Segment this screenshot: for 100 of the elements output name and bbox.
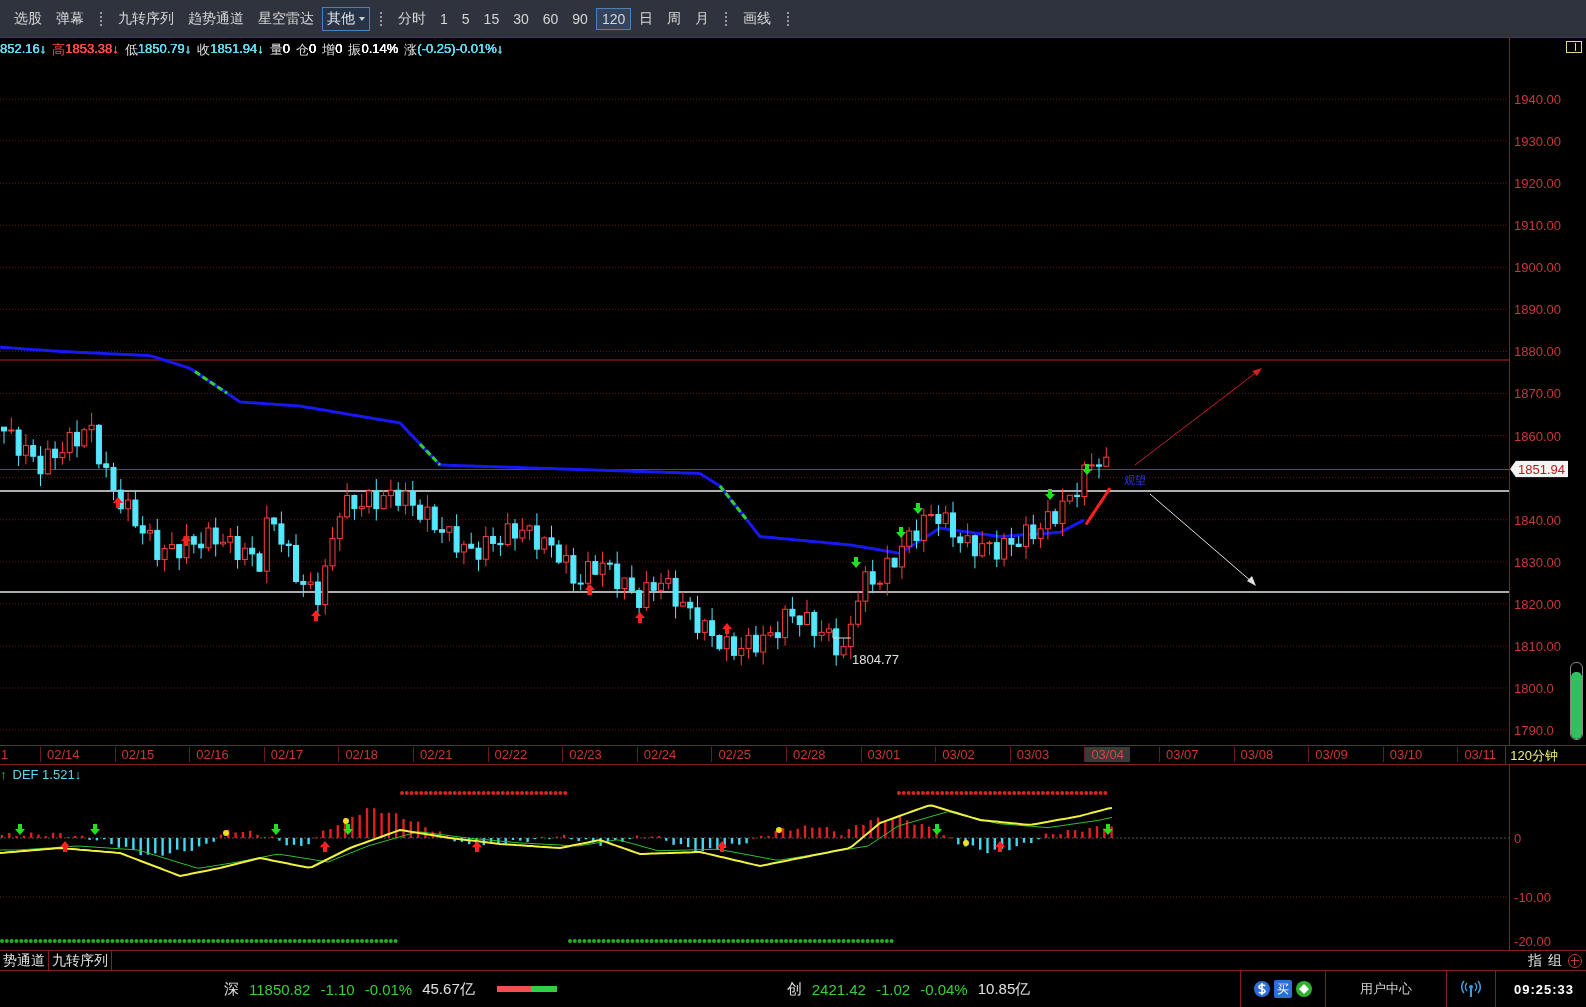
down-arrow-icon	[896, 527, 906, 538]
date-label: 03/03	[1009, 747, 1056, 762]
toolbar-button[interactable]: 30	[507, 7, 535, 30]
toolbar-button[interactable]: 15	[477, 7, 506, 30]
quote-value: 1853.38↓	[65, 41, 119, 58]
date-label: 03/01	[860, 747, 907, 762]
date-label: 02/14	[40, 747, 86, 762]
panel-button[interactable]: 指	[1528, 951, 1542, 970]
toolbar-button[interactable]: 选股	[8, 6, 48, 31]
zoom-meter[interactable]	[1570, 662, 1583, 740]
date-label: 02/16	[189, 747, 235, 762]
quote-value: 0.14%	[361, 41, 399, 58]
dot-marker	[343, 818, 349, 824]
toolbar-button[interactable]: 1	[434, 7, 454, 30]
leader-line	[832, 629, 852, 639]
price-axis-label: 1920.00	[1514, 175, 1562, 191]
dollar-icon[interactable]	[1252, 980, 1271, 998]
indicator-tab[interactable]: 九转序列	[49, 951, 112, 970]
dot-marker	[963, 840, 969, 846]
toolbar-button[interactable]: 5	[455, 7, 476, 30]
date-label: 02/28	[786, 747, 832, 762]
period-label: 120分钟	[1505, 746, 1586, 764]
price-axis-label: 1820.00	[1514, 596, 1562, 612]
date-label: 03/08	[1233, 747, 1280, 762]
quote-value: 1850.79↓	[137, 41, 192, 58]
date-label: 03/09	[1308, 747, 1354, 762]
down-arrow-icon	[913, 503, 923, 514]
down-arrow-icon	[90, 824, 100, 835]
down-arrow-icon	[1045, 489, 1055, 500]
price-axis-label: 1790.0	[1514, 722, 1554, 738]
price-axis-label: 1930.00	[1514, 133, 1562, 149]
dot-marker	[776, 827, 782, 833]
date-label: 02/18	[338, 747, 384, 762]
up-arrow-icon	[585, 584, 595, 595]
index-value: 2421.42	[811, 980, 866, 998]
dropdown[interactable]: 其他	[322, 6, 370, 31]
index-name: 创	[786, 979, 802, 999]
price-axis-label: 1940.00	[1514, 91, 1562, 107]
quote-label: 量	[269, 41, 283, 59]
price-axis-label: 1800.0	[1514, 680, 1554, 696]
quote-value: 0	[335, 41, 343, 58]
indicator-tab[interactable]: 势通道	[0, 951, 49, 970]
date-label: 02/15	[114, 747, 161, 762]
down-arrow-icon	[343, 824, 353, 835]
toolbar-button[interactable]: 周	[661, 6, 688, 31]
toolbar-button[interactable]: 60	[536, 7, 565, 30]
price-axis-label: 1870.00	[1514, 386, 1562, 401]
quote-label: 涨	[404, 41, 418, 59]
toolbar-button[interactable]: 日	[633, 6, 660, 31]
toolbar-button[interactable]: 星空雷达	[252, 6, 320, 31]
down-arrow-icon	[1082, 464, 1092, 475]
up-arrow-icon	[311, 610, 321, 621]
indicator-axis-label: -10.00	[1514, 889, 1551, 905]
date-label: 02/17	[263, 747, 310, 762]
indicator-title: DEF 1.521↓	[12, 767, 82, 782]
down-arrow-icon	[271, 824, 281, 835]
up-arrow-icon	[181, 535, 191, 546]
index-value: 11850.82	[249, 980, 311, 998]
signal-label: 观望	[1124, 474, 1146, 486]
clock-time: 09:25:33	[1512, 981, 1575, 997]
toolbar-button[interactable]: 分时	[392, 6, 432, 31]
quote-value: 0	[282, 41, 290, 58]
panel-button[interactable]: 组	[1548, 951, 1562, 970]
quote-label: 高	[52, 41, 66, 59]
toolbar-button[interactable]: 月	[689, 6, 716, 31]
up-arrow-icon	[635, 612, 645, 623]
up-arrow-icon	[722, 623, 732, 634]
up-arrow-icon: ↑	[0, 767, 7, 782]
price-axis-label: 1900.00	[1514, 259, 1562, 275]
dot-marker	[223, 830, 229, 836]
index-percent: -0.04%	[920, 980, 968, 998]
toolbar-button[interactable]: 弹幕	[50, 6, 90, 31]
date-label: 03/11	[1457, 747, 1502, 762]
price-axis-label: 1880.00	[1514, 343, 1562, 359]
down-arrow-icon	[851, 557, 861, 568]
index-change: -1.02	[875, 980, 911, 998]
date-label: 02/22	[487, 747, 534, 762]
quote-label: 振	[348, 41, 362, 59]
toolbar-button[interactable]: 九转序列	[112, 6, 180, 31]
indicator-axis-label: -20.00	[1514, 933, 1551, 949]
date-label: 02/24	[636, 747, 683, 762]
user-center-link[interactable]: 用户中心	[1325, 980, 1446, 998]
toolbar-button[interactable]: 趋势通道	[182, 6, 250, 31]
caret-icon	[359, 16, 365, 21]
index-volume: 45.67亿	[422, 979, 475, 999]
up-arrow-icon	[60, 841, 70, 852]
toolbar-button[interactable]: 90	[566, 7, 594, 30]
quote-label: 仓	[296, 41, 309, 59]
index-name: 深	[224, 979, 239, 999]
indicator-axis-label: 0	[1514, 830, 1522, 846]
down-arrow-icon	[932, 824, 942, 835]
up-arrow-icon	[113, 497, 123, 508]
toolbar-button[interactable]: 画线	[737, 6, 778, 31]
up-arrow-icon	[472, 841, 482, 852]
toolbar-button[interactable]: 120	[595, 7, 632, 30]
price-axis-label: 1890.00	[1514, 301, 1562, 317]
panel-toggle-icon[interactable]	[1566, 41, 1582, 53]
price-axis-label: 1860.00	[1514, 428, 1562, 444]
signal-icon[interactable]	[1460, 980, 1481, 998]
buy-badge[interactable]: 买	[1273, 980, 1292, 998]
